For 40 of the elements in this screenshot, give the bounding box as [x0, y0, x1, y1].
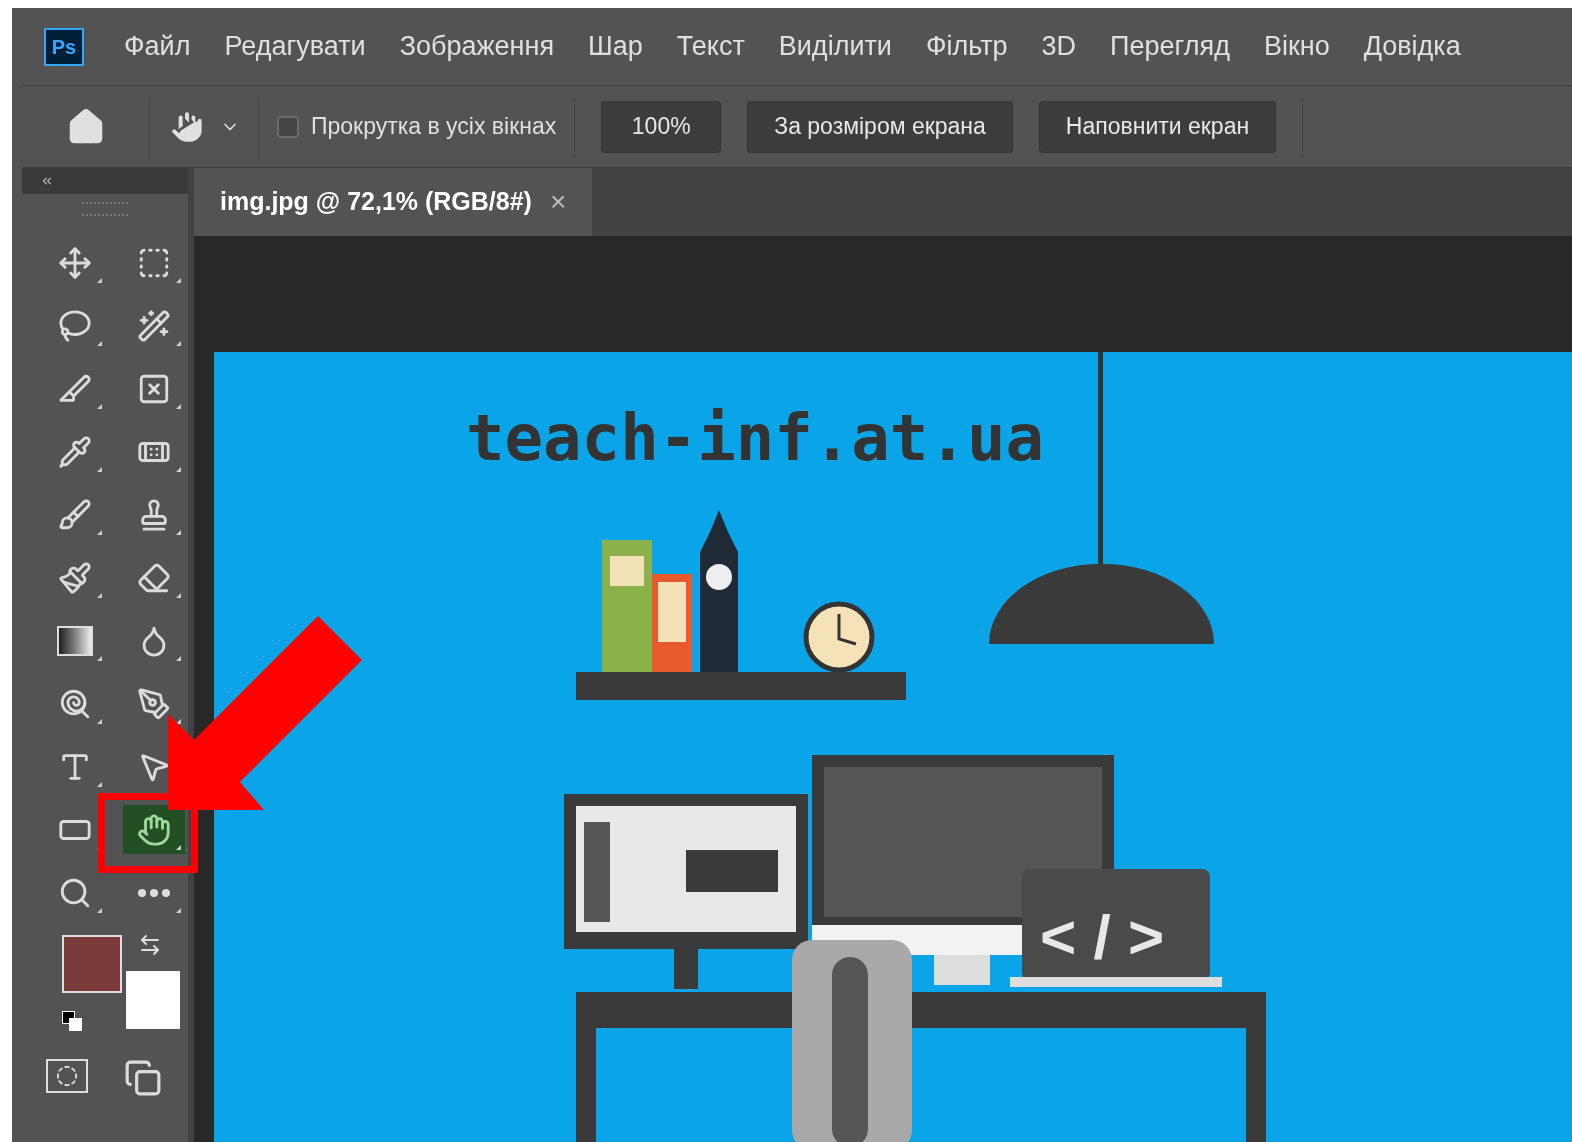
pen-icon — [137, 686, 171, 721]
menu-item[interactable]: Редагувати — [224, 26, 366, 67]
image-title: teach-inf.at.ua — [466, 400, 1044, 477]
menu-item[interactable]: Вікно — [1263, 26, 1330, 67]
quick-mask-icon[interactable] — [46, 1059, 88, 1093]
menu-item[interactable]: Шар — [588, 26, 643, 67]
lasso-icon — [58, 308, 92, 343]
foreground-color-swatch[interactable] — [62, 935, 122, 993]
brush-icon — [58, 497, 92, 532]
menu-item[interactable]: Довідка — [1363, 26, 1461, 67]
close-button[interactable]: × — [549, 181, 567, 223]
swap-colors-icon[interactable] — [138, 933, 162, 957]
options-button[interactable]: 100% — [601, 100, 722, 153]
move-icon — [58, 245, 92, 280]
more-icon — [138, 888, 170, 897]
menu-item[interactable]: Перегляд — [1110, 26, 1230, 67]
code-sign: < / > — [1040, 901, 1165, 973]
history-brush-icon — [58, 560, 92, 595]
menu-item[interactable]: Фільтр — [925, 26, 1008, 67]
app-logo: Ps — [44, 27, 84, 66]
eyedropper-icon — [58, 434, 92, 469]
menu-item[interactable]: Зображення — [399, 26, 554, 67]
wand-icon — [137, 308, 171, 343]
scroll-all-checkbox[interactable]: Прокрутка в усіх вікнах — [259, 96, 576, 157]
document-tab[interactable]: img.jpg @ 72,1% (RGB/8#) × — [194, 168, 593, 236]
grip-handle[interactable] — [82, 202, 128, 216]
options-button[interactable]: Наповнити екран — [1038, 100, 1277, 153]
collapse-icon[interactable] — [40, 174, 54, 188]
menu-item[interactable]: Виділити — [778, 26, 892, 67]
menu-item[interactable]: Текст — [676, 26, 745, 67]
options-button[interactable]: За розміром екрана — [747, 100, 1013, 153]
default-colors-icon[interactable] — [62, 1011, 84, 1033]
tab-title: img.jpg @ 72,1% (RGB/8#) — [220, 186, 532, 218]
hand-icon — [137, 812, 171, 847]
tool-button[interactable] — [123, 805, 185, 854]
menu-item[interactable]: 3D — [1041, 26, 1077, 67]
screen-mode-icon[interactable] — [124, 1059, 162, 1097]
menu-item[interactable]: Файл — [124, 26, 191, 67]
gradient-icon — [57, 625, 93, 656]
background-color-swatch[interactable] — [126, 971, 180, 1029]
